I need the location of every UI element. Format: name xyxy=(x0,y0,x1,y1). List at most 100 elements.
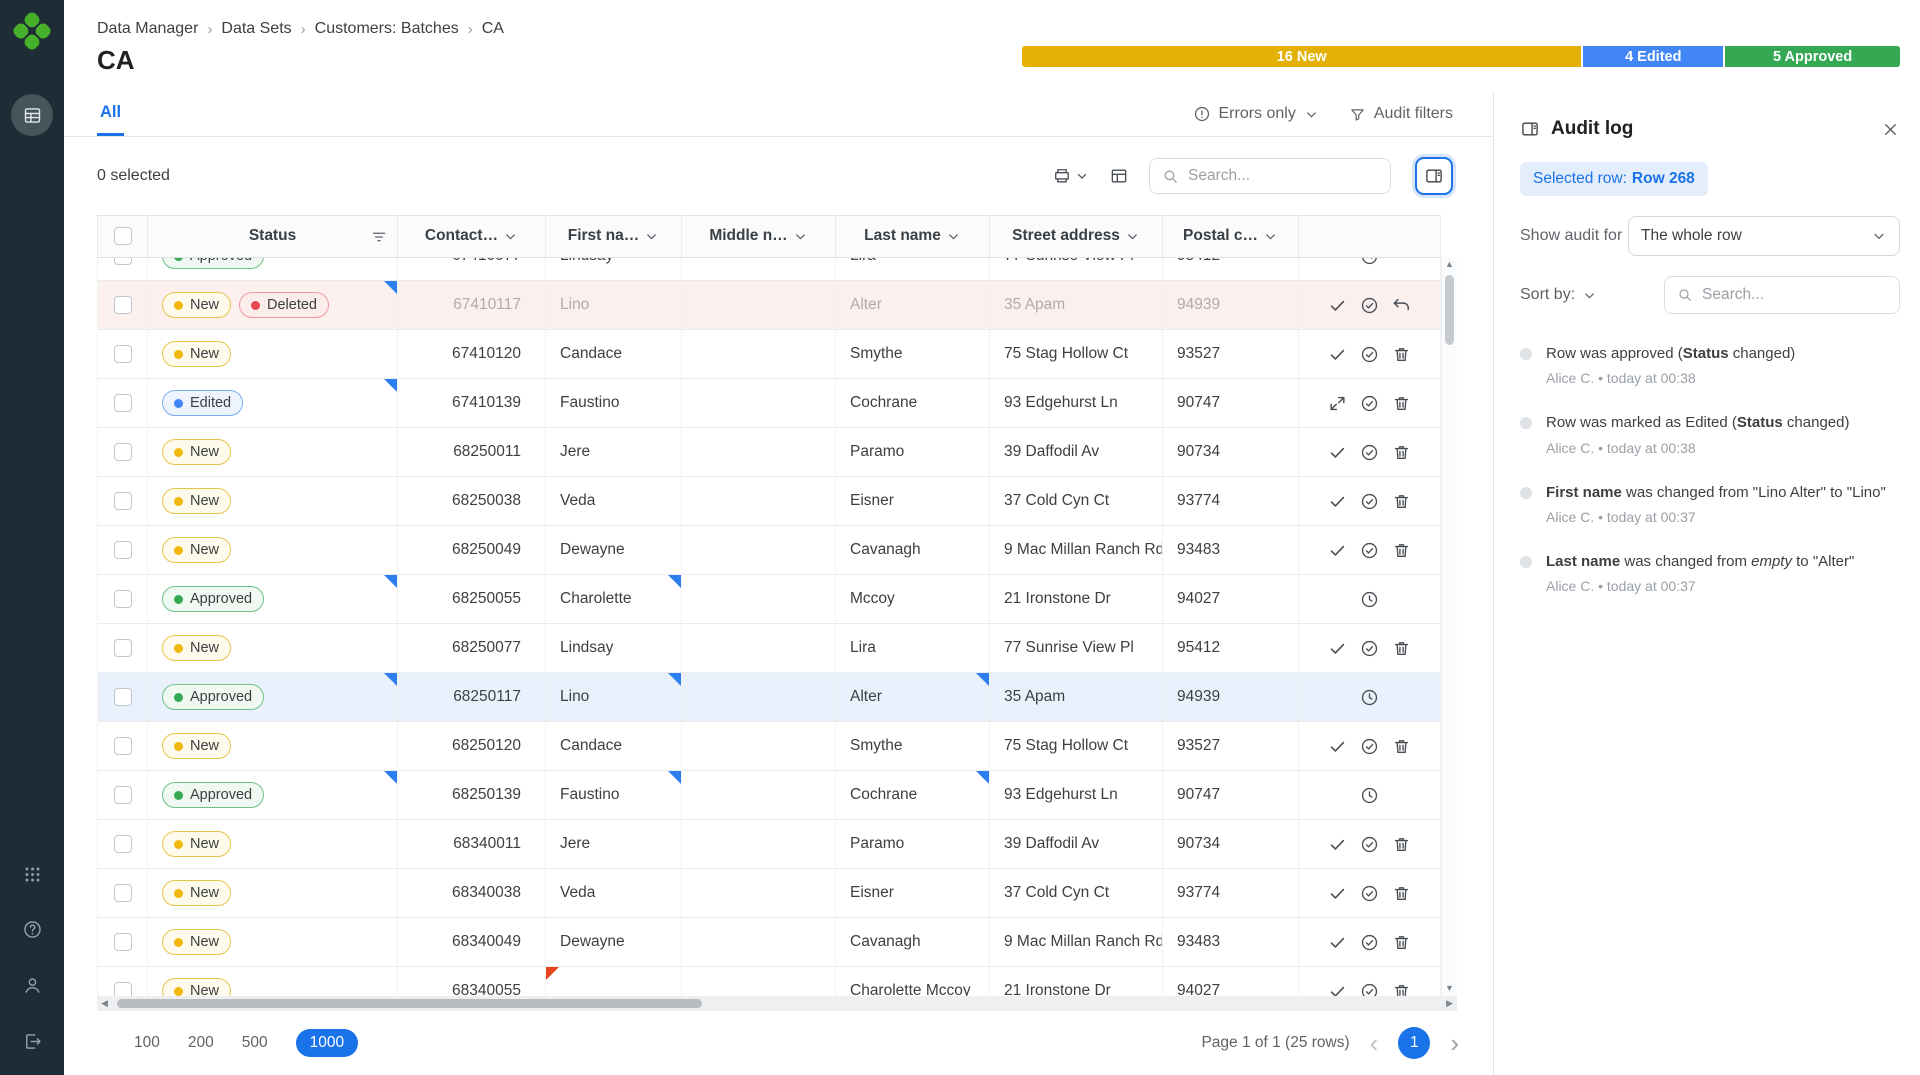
breadcrumb-item[interactable]: Data Sets xyxy=(221,20,291,38)
row-checkbox[interactable] xyxy=(114,639,132,657)
account-icon[interactable] xyxy=(22,975,43,1001)
table-row[interactable]: New68250038VedaEisner37 Cold Cyn Ct93774 xyxy=(98,477,1441,526)
delete-icon[interactable] xyxy=(1392,345,1411,364)
approve-icon[interactable] xyxy=(1360,541,1379,560)
horizontal-scrollbar-thumb[interactable] xyxy=(117,999,702,1008)
row-checkbox[interactable] xyxy=(114,835,132,853)
history-icon[interactable] xyxy=(1360,786,1379,805)
row-checkbox[interactable] xyxy=(114,345,132,363)
approve-icon[interactable] xyxy=(1360,982,1379,997)
undo-delete-icon[interactable] xyxy=(1392,296,1411,315)
column-header-middle[interactable]: Middle n… xyxy=(682,216,836,258)
column-header-street[interactable]: Street address xyxy=(990,216,1163,258)
delete-icon[interactable] xyxy=(1392,639,1411,658)
chevron-down-icon[interactable] xyxy=(1263,229,1278,244)
accept-icon[interactable] xyxy=(1328,345,1347,364)
table-row[interactable]: New68250011JereParamo39 Daffodil Av90734 xyxy=(98,428,1441,477)
column-header-postal[interactable]: Postal c… xyxy=(1163,216,1299,258)
chevron-down-icon[interactable] xyxy=(503,229,518,244)
accept-icon[interactable] xyxy=(1328,296,1347,315)
approve-icon[interactable] xyxy=(1360,345,1379,364)
delete-icon[interactable] xyxy=(1392,492,1411,511)
delete-icon[interactable] xyxy=(1392,982,1411,997)
row-checkbox[interactable] xyxy=(114,541,132,559)
row-checkbox[interactable] xyxy=(114,933,132,951)
page-size-100[interactable]: 100 xyxy=(134,1034,160,1052)
table-row[interactable]: Edited67410139FaustinoCochrane93 Edgehur… xyxy=(98,379,1441,428)
delete-icon[interactable] xyxy=(1392,884,1411,903)
sidebar-item-data-tables[interactable] xyxy=(11,94,53,136)
table-row[interactable]: Approved68250055CharoletteMccoy21 Ironst… xyxy=(98,575,1441,624)
apps-grid-icon[interactable] xyxy=(23,865,42,889)
row-checkbox[interactable] xyxy=(114,443,132,461)
approve-icon[interactable] xyxy=(1360,933,1379,952)
filter-icon[interactable] xyxy=(370,228,388,246)
accept-icon[interactable] xyxy=(1328,982,1347,997)
table-row[interactable]: New68340038VedaEisner37 Cold Cyn Ct93774 xyxy=(98,869,1441,918)
history-icon[interactable] xyxy=(1360,258,1379,266)
row-checkbox[interactable] xyxy=(114,258,132,265)
table-row[interactable]: Approved68250139FaustinoCochrane93 Edgeh… xyxy=(98,771,1441,820)
accept-icon[interactable] xyxy=(1328,884,1347,903)
approve-icon[interactable] xyxy=(1360,737,1379,756)
audit-log-toggle-button[interactable] xyxy=(1415,157,1453,195)
row-checkbox[interactable] xyxy=(114,590,132,608)
current-page-button[interactable]: 1 xyxy=(1398,1027,1430,1059)
scroll-right-arrow-icon[interactable]: ▶ xyxy=(1446,998,1453,1009)
page-size-200[interactable]: 200 xyxy=(188,1034,214,1052)
page-size-500[interactable]: 500 xyxy=(242,1034,268,1052)
prev-page-button[interactable]: ‹ xyxy=(1366,1030,1383,1056)
table-row[interactable]: Approved67410077LindsayLira77 Sunrise Vi… xyxy=(98,258,1441,281)
delete-icon[interactable] xyxy=(1392,737,1411,756)
history-icon[interactable] xyxy=(1360,590,1379,609)
view-changes-icon[interactable] xyxy=(1328,394,1347,413)
accept-icon[interactable] xyxy=(1328,639,1347,658)
delete-icon[interactable] xyxy=(1392,541,1411,560)
table-row[interactable]: Approved68250117LinoAlter35 Apam94939 xyxy=(98,673,1441,722)
row-checkbox[interactable] xyxy=(114,394,132,412)
column-header-checkbox[interactable] xyxy=(98,216,148,258)
row-checkbox[interactable] xyxy=(114,688,132,706)
table-row[interactable]: New68340049DewayneCavanagh9 Mac Millan R… xyxy=(98,918,1441,967)
delete-icon[interactable] xyxy=(1392,394,1411,413)
row-checkbox[interactable] xyxy=(114,737,132,755)
column-header-status[interactable]: Status xyxy=(148,216,398,258)
accept-icon[interactable] xyxy=(1328,492,1347,511)
column-header-first[interactable]: First na… xyxy=(546,216,682,258)
row-checkbox[interactable] xyxy=(114,296,132,314)
approve-icon[interactable] xyxy=(1360,884,1379,903)
chevron-down-icon[interactable] xyxy=(1125,229,1140,244)
errors-only-toggle[interactable]: Errors only xyxy=(1193,105,1319,123)
tab-all[interactable]: All xyxy=(97,92,124,136)
breadcrumb-item[interactable]: Data Manager xyxy=(97,20,198,38)
vertical-scrollbar[interactable]: ▲ ▼ xyxy=(1441,257,1457,996)
table-row[interactable]: New68250049DewayneCavanagh9 Mac Millan R… xyxy=(98,526,1441,575)
chevron-down-icon[interactable] xyxy=(946,229,961,244)
scroll-left-arrow-icon[interactable]: ◀ xyxy=(101,998,108,1009)
approve-icon[interactable] xyxy=(1360,296,1379,315)
help-icon[interactable] xyxy=(22,919,43,945)
row-checkbox[interactable] xyxy=(114,884,132,902)
audit-filters-button[interactable]: Audit filters xyxy=(1349,105,1453,123)
sort-by-dropdown[interactable]: Sort by: xyxy=(1520,286,1597,304)
accept-icon[interactable] xyxy=(1328,835,1347,854)
delete-icon[interactable] xyxy=(1392,835,1411,854)
close-icon[interactable] xyxy=(1881,120,1900,139)
audit-scope-select[interactable]: The whole row xyxy=(1628,216,1900,256)
table-row[interactable]: New67410120CandaceSmythe75 Stag Hollow C… xyxy=(98,330,1441,379)
breadcrumb-item[interactable]: Customers: Batches xyxy=(315,20,459,38)
row-checkbox[interactable] xyxy=(114,492,132,510)
vertical-scrollbar-thumb[interactable] xyxy=(1445,275,1454,345)
accept-icon[interactable] xyxy=(1328,737,1347,756)
audit-search[interactable] xyxy=(1664,276,1900,314)
table-row[interactable]: New68250077LindsayLira77 Sunrise View Pl… xyxy=(98,624,1441,673)
delete-icon[interactable] xyxy=(1392,443,1411,462)
page-size-1000[interactable]: 1000 xyxy=(296,1029,358,1057)
table-row[interactable]: New68340055Charolette Mccoy21 Ironstone … xyxy=(98,967,1441,997)
manage-columns-button[interactable] xyxy=(1109,166,1129,186)
audit-search-input[interactable] xyxy=(1702,286,1887,304)
approve-icon[interactable] xyxy=(1360,835,1379,854)
table-search-input[interactable] xyxy=(1188,167,1378,185)
select-all-checkbox[interactable] xyxy=(114,227,132,245)
scroll-down-arrow-icon[interactable]: ▼ xyxy=(1445,984,1454,993)
